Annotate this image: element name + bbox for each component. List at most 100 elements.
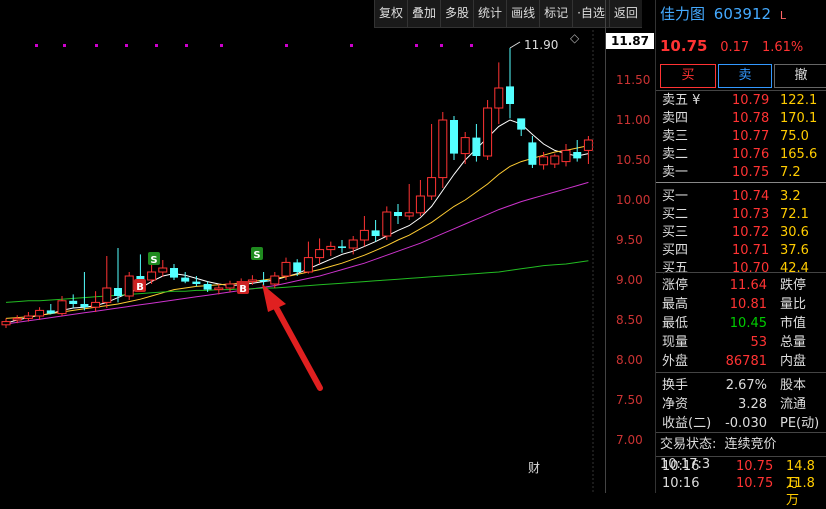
stat-value: -0.030 xyxy=(725,416,767,431)
level-volume: 30.6 xyxy=(780,225,809,240)
stat-label-2: 市值 xyxy=(780,316,807,331)
kline-chart[interactable]: 11.90 ◇ S B S B 财 xyxy=(0,0,610,493)
bid-row[interactable]: 买三 10.72 30.6 xyxy=(656,224,826,242)
draw-line-button[interactable]: 画线 xyxy=(506,0,539,27)
quote-panel: 佳力图 603912 L 10.75 0.17 1.61% 买 卖 撤 卖五 ¥… xyxy=(655,0,826,508)
buy-signal-b: B xyxy=(239,284,247,295)
stat-value: 86781 xyxy=(725,354,767,369)
sell-button[interactable]: 卖 xyxy=(718,64,772,88)
level-price: 10.78 xyxy=(732,111,770,126)
level-volume: 7.2 xyxy=(780,165,801,180)
ask-row[interactable]: 卖五 ¥ 10.79 122.1 xyxy=(656,92,826,110)
mark-button[interactable]: 标记 xyxy=(539,0,572,27)
top-marker-dot xyxy=(35,44,38,47)
candle-body xyxy=(91,301,101,308)
candle-body xyxy=(1,321,11,326)
candle-body xyxy=(147,271,157,281)
y-tick-label: 8.50 xyxy=(616,313,643,327)
top-marker-dot xyxy=(285,44,288,47)
candle-body xyxy=(404,212,414,217)
candle-body xyxy=(472,137,481,156)
candle-body xyxy=(494,87,504,109)
bid-row[interactable]: 买二 10.73 72.1 xyxy=(656,206,826,224)
candle-body xyxy=(338,246,346,248)
ask-row[interactable]: 卖三 10.77 75.0 xyxy=(656,128,826,146)
back-button[interactable]: 返回 xyxy=(608,0,642,27)
stat-value: 10.81 xyxy=(729,297,767,312)
level-label: 卖四 xyxy=(662,111,689,126)
top-marker-dot xyxy=(185,44,188,47)
candle-body xyxy=(23,315,33,319)
level-volume: 165.6 xyxy=(780,147,818,162)
candle-body xyxy=(293,262,302,272)
statistics-button[interactable]: 统计 xyxy=(473,0,506,27)
stat-label-2: 股本 xyxy=(780,378,807,393)
stat-value: 10.45 xyxy=(729,316,767,331)
candle-body xyxy=(438,119,448,179)
level-price: 10.77 xyxy=(732,129,770,144)
chart-toolbar: 复权 叠加 多股 统计 画线 标记 ·自选 返回 xyxy=(374,0,642,28)
top-marker-dot xyxy=(440,44,443,47)
y-tick-label: 10.50 xyxy=(616,153,651,167)
stat-label: 外盘 xyxy=(662,354,689,369)
candle-body xyxy=(69,300,78,304)
cancel-order-button[interactable]: 撤 xyxy=(774,64,826,88)
stat-label: 换手 xyxy=(662,378,689,393)
sell-signal-s: S xyxy=(150,255,157,266)
watchlist-button[interactable]: ·自选 xyxy=(572,0,609,27)
bid-row[interactable]: 买四 10.71 37.6 xyxy=(656,242,826,260)
overlay-button[interactable]: 叠加 xyxy=(407,0,440,27)
stat-label-2: 跌停 xyxy=(780,278,807,293)
candle-body xyxy=(561,149,571,163)
stats-row: 净资 3.28 流通 xyxy=(656,395,826,415)
ask-row[interactable]: 卖一 10.75 7.2 xyxy=(656,164,826,182)
sell-signal-s: S xyxy=(253,250,260,261)
level-volume: 75.0 xyxy=(780,129,809,144)
candle-body xyxy=(281,261,291,277)
level-price: 10.79 xyxy=(732,93,770,108)
current-price-tag: 11.87 xyxy=(606,33,654,49)
stat-value: 11.64 xyxy=(729,278,767,293)
price-change: 0.17 xyxy=(720,40,750,55)
candle-body xyxy=(80,304,89,308)
level-label: 买三 xyxy=(662,225,689,240)
stat-value: 2.67% xyxy=(725,378,767,393)
diamond-icon: ◇ xyxy=(570,31,580,45)
book-separator xyxy=(656,182,826,183)
top-marker-dot xyxy=(470,44,473,47)
trade-status-value: 连续竞价 xyxy=(724,437,777,452)
bid-row[interactable]: 买一 10.74 3.2 xyxy=(656,188,826,206)
stats-row: 最低 10.45 市值 xyxy=(656,314,826,334)
candle-body xyxy=(415,195,425,214)
level-label: 买一 xyxy=(662,189,689,204)
candle-body xyxy=(203,284,212,290)
stock-name[interactable]: 佳力图 xyxy=(660,5,705,23)
ask-row[interactable]: 卖四 10.78 170.1 xyxy=(656,110,826,128)
y-tick-label: 11.50 xyxy=(616,73,651,87)
top-marker-dot xyxy=(415,44,418,47)
candle-body xyxy=(259,280,268,282)
stat-label-2: 内盘 xyxy=(780,354,807,369)
level-volume: 37.6 xyxy=(780,243,809,258)
y-tick-label: 7.50 xyxy=(616,393,643,407)
ask-row[interactable]: 卖二 10.76 165.6 xyxy=(656,146,826,164)
candle-body xyxy=(181,277,190,282)
stat-label: 净资 xyxy=(662,397,689,412)
candle-body xyxy=(517,118,526,130)
level-volume: 3.2 xyxy=(780,189,801,204)
candle-body xyxy=(382,211,392,237)
stat-label: 收益(二) xyxy=(662,416,712,431)
level-price: 10.73 xyxy=(732,207,770,222)
candle-body xyxy=(57,300,67,315)
candle-body xyxy=(158,267,168,273)
candle-body xyxy=(359,229,369,241)
stat-label: 现量 xyxy=(662,335,689,350)
level-price: 10.71 xyxy=(732,243,770,258)
level-label: 买四 xyxy=(662,243,689,258)
multi-stock-button[interactable]: 多股 xyxy=(440,0,473,27)
stat-label: 涨停 xyxy=(662,278,689,293)
buy-button[interactable]: 买 xyxy=(660,64,716,88)
level-volume: 122.1 xyxy=(780,93,818,108)
candle-body xyxy=(192,281,201,284)
restore-rights-button[interactable]: 复权 xyxy=(374,0,407,27)
